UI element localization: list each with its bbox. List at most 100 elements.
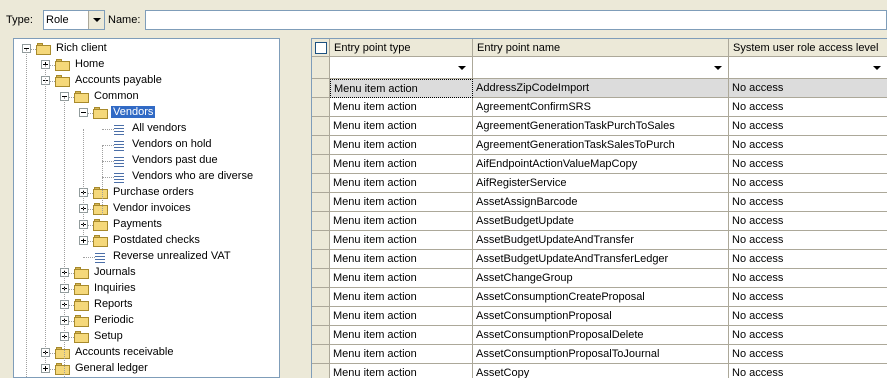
row-selector[interactable] [312, 269, 330, 288]
table-cell[interactable]: No access [729, 326, 887, 345]
tree-node[interactable]: Common [14, 89, 279, 105]
table-cell[interactable]: No access [729, 117, 887, 136]
table-row[interactable]: Menu item action AssetConsumptionCreatePr… [312, 288, 887, 307]
table-cell[interactable]: Menu item action [330, 136, 473, 155]
table-cell[interactable]: AssetConsumptionProposalDelete [473, 326, 729, 345]
tree-node[interactable]: Purchase orders [14, 185, 279, 201]
table-cell[interactable]: No access [729, 231, 887, 250]
table-cell[interactable]: AgreementConfirmSRS [473, 98, 729, 117]
table-cell[interactable]: AssetBudgetUpdateAndTransferLedger [473, 250, 729, 269]
tree-node[interactable]: Vendor invoices [14, 201, 279, 217]
table-cell[interactable]: Menu item action [330, 231, 473, 250]
table-cell[interactable]: Menu item action [330, 117, 473, 136]
tree-node[interactable]: All vendors [14, 121, 279, 137]
tree-node[interactable]: Postdated checks [14, 233, 279, 249]
row-selector[interactable] [312, 212, 330, 231]
row-selector[interactable] [312, 79, 330, 98]
table-cell[interactable]: AgreementGenerationTaskSalesToPurch [473, 136, 729, 155]
table-cell[interactable]: Menu item action [330, 364, 473, 378]
table-cell[interactable]: Menu item action [330, 288, 473, 307]
table-row[interactable]: Menu item action AgreementGenerationTaskS… [312, 136, 887, 155]
collapse-icon[interactable] [79, 108, 88, 117]
row-selector[interactable] [312, 117, 330, 136]
table-cell[interactable]: AssetBudgetUpdateAndTransfer [473, 231, 729, 250]
table-cell[interactable]: AssetConsumptionProposal [473, 307, 729, 326]
table-cell[interactable]: Menu item action [330, 269, 473, 288]
table-cell[interactable]: AssetConsumptionProposalToJournal [473, 345, 729, 364]
row-selector[interactable] [312, 231, 330, 250]
column-header-access-level[interactable]: System user role access level [729, 39, 887, 57]
name-input[interactable] [145, 10, 887, 30]
expand-icon[interactable] [41, 364, 50, 373]
table-cell[interactable]: No access [729, 307, 887, 326]
row-selector[interactable] [312, 364, 330, 378]
table-cell[interactable]: No access [729, 269, 887, 288]
table-row[interactable]: Menu item action AifRegisterService No acc… [312, 174, 887, 193]
table-cell[interactable]: AgreementGenerationTaskPurchToSales [473, 117, 729, 136]
table-cell[interactable]: Menu item action [330, 250, 473, 269]
row-selector[interactable] [312, 174, 330, 193]
tree-node[interactable]: Vendors [14, 105, 279, 121]
table-cell[interactable]: No access [729, 136, 887, 155]
table-row[interactable]: Menu item action AssetConsumptionProposal… [312, 307, 887, 326]
table-cell[interactable]: AifEndpointActionValueMapCopy [473, 155, 729, 174]
row-selector[interactable] [312, 193, 330, 212]
table-row[interactable]: Menu item action AssetConsumptionProposal… [312, 345, 887, 364]
menu-tree[interactable]: Rich client Home Accounts payable Common Ven… [13, 38, 280, 378]
row-selector[interactable] [312, 250, 330, 269]
table-cell[interactable]: Menu item action [330, 79, 473, 98]
table-cell[interactable]: AssetChangeGroup [473, 269, 729, 288]
tree-node[interactable]: Accounts receivable [14, 345, 279, 361]
chevron-down-icon[interactable] [714, 66, 722, 70]
tree-node[interactable]: Payments [14, 217, 279, 233]
table-row[interactable]: Menu item action AgreementConfirmSRS No ac… [312, 98, 887, 117]
table-row[interactable]: Menu item action AssetCopy No access [312, 364, 887, 378]
table-cell[interactable]: Menu item action [330, 174, 473, 193]
tree-node[interactable]: Periodic [14, 313, 279, 329]
table-cell[interactable]: AssetAssignBarcode [473, 193, 729, 212]
table-cell[interactable]: Menu item action [330, 193, 473, 212]
table-cell[interactable]: No access [729, 174, 887, 193]
table-cell[interactable]: AddressZipCodeImport [473, 79, 729, 98]
tree-node[interactable]: Home [14, 57, 279, 73]
table-cell[interactable]: Menu item action [330, 212, 473, 231]
table-cell[interactable]: AssetBudgetUpdate [473, 212, 729, 231]
tree-node[interactable]: Inquiries [14, 281, 279, 297]
row-selector[interactable] [312, 307, 330, 326]
table-row[interactable]: Menu item action AssetAssignBarcode No acc… [312, 193, 887, 212]
table-row[interactable]: Menu item action AddressZipCodeImport No a… [312, 79, 887, 98]
table-row[interactable]: Menu item action AssetChangeGroup No acces… [312, 269, 887, 288]
table-row[interactable]: Menu item action AssetBudgetUpdateAndTran… [312, 231, 887, 250]
tree-node[interactable]: Accounts payable [14, 73, 279, 89]
table-cell[interactable]: No access [729, 155, 887, 174]
select-all-checkbox[interactable] [315, 42, 327, 54]
tree-node[interactable]: Vendors who are diverse [14, 169, 279, 185]
column-header-entry-point-name[interactable]: Entry point name [473, 39, 729, 57]
table-row[interactable]: Menu item action AgreementGenerationTaskP… [312, 117, 887, 136]
table-cell[interactable]: No access [729, 98, 887, 117]
filter-entry-point-type[interactable] [330, 57, 473, 79]
table-cell[interactable]: AssetConsumptionCreateProposal [473, 288, 729, 307]
tree-node[interactable]: Vendors past due [14, 153, 279, 169]
row-selector[interactable] [312, 155, 330, 174]
table-cell[interactable]: No access [729, 250, 887, 269]
table-cell[interactable]: AifRegisterService [473, 174, 729, 193]
table-cell[interactable]: Menu item action [330, 345, 473, 364]
table-cell[interactable]: No access [729, 288, 887, 307]
row-selector[interactable] [312, 136, 330, 155]
column-header-entry-point-type[interactable]: Entry point type [330, 39, 473, 57]
row-selector[interactable] [312, 345, 330, 364]
tree-node[interactable]: General ledger [14, 361, 279, 377]
tree-node[interactable]: Reports [14, 297, 279, 313]
table-cell[interactable]: No access [729, 79, 887, 98]
table-row[interactable]: Menu item action AssetConsumptionProposal… [312, 326, 887, 345]
table-cell[interactable]: No access [729, 193, 887, 212]
table-row[interactable]: Menu item action AssetBudgetUpdate No acce… [312, 212, 887, 231]
type-dropdown[interactable]: Role [43, 10, 105, 30]
table-cell[interactable]: Menu item action [330, 98, 473, 117]
row-selector[interactable] [312, 288, 330, 307]
chevron-down-icon[interactable] [458, 66, 466, 70]
table-cell[interactable]: No access [729, 345, 887, 364]
tree-node[interactable]: Setup [14, 329, 279, 345]
table-cell[interactable]: Menu item action [330, 155, 473, 174]
